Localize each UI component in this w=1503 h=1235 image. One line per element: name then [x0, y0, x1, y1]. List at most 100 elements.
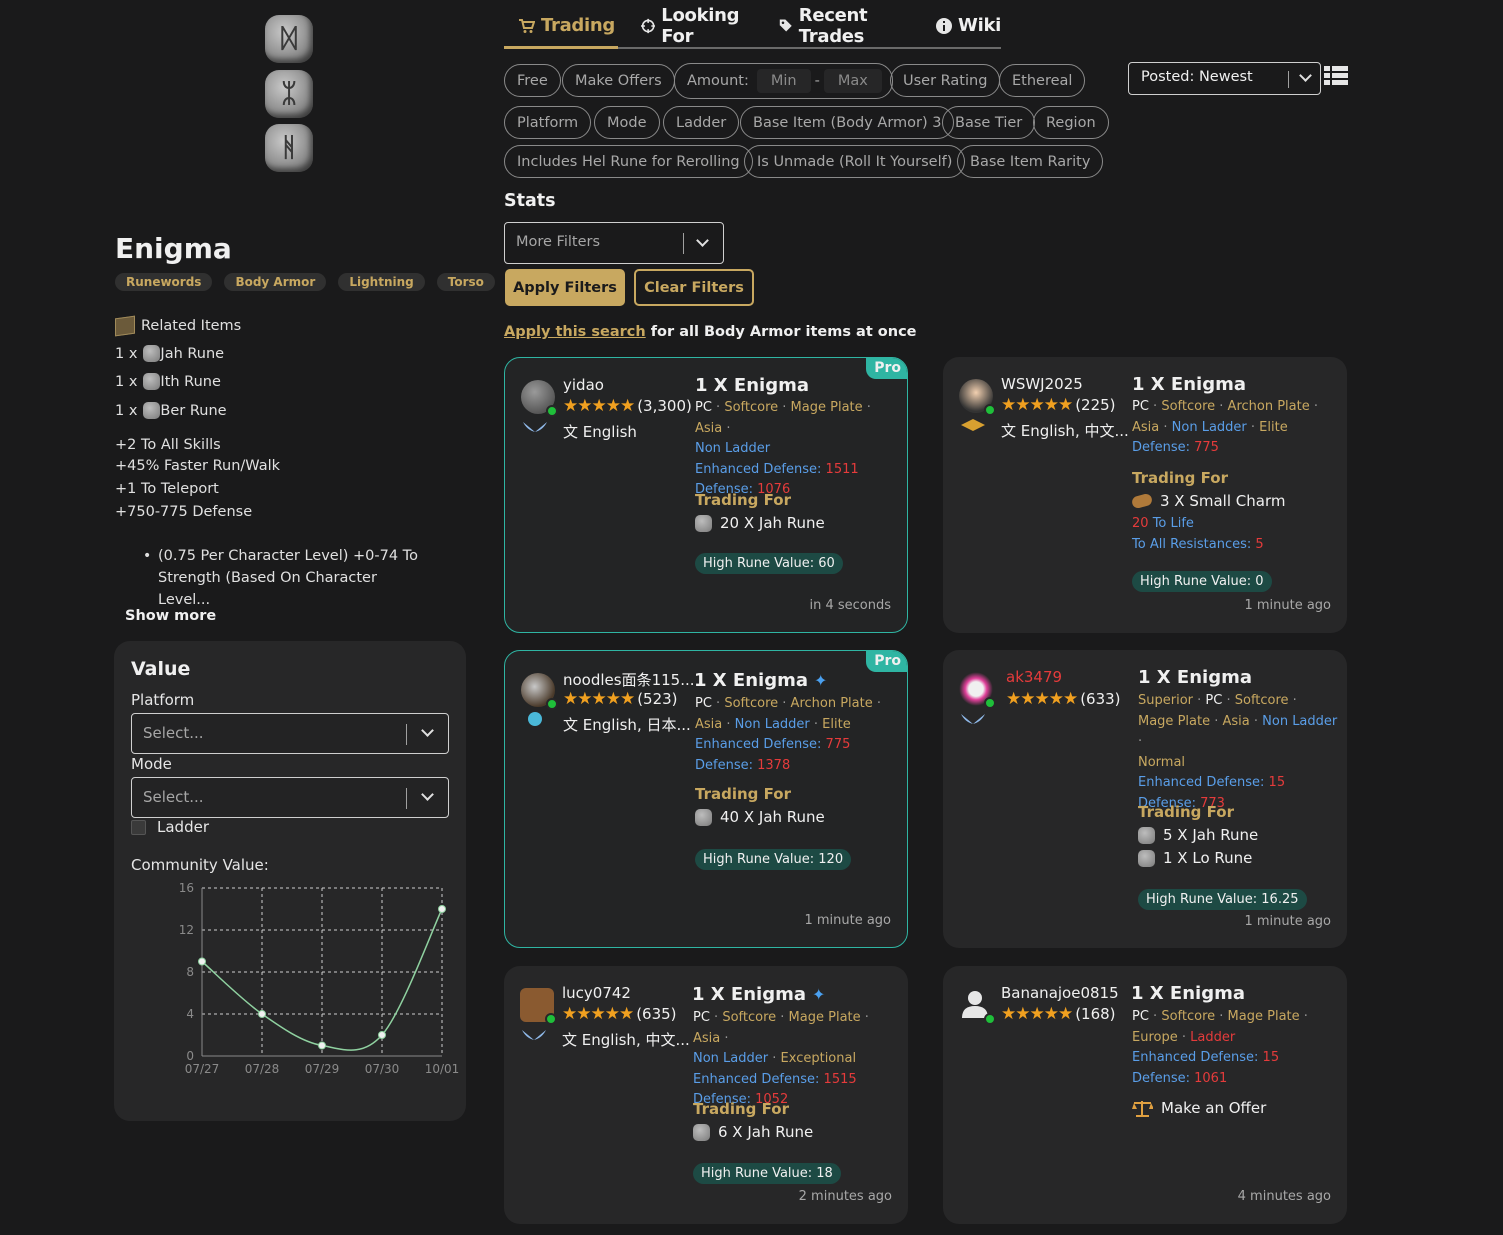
listing-title[interactable]: 1 X Enigma — [1138, 667, 1252, 688]
high-rune-value: High Rune Value: 16.25 — [1138, 889, 1307, 910]
trading-for-label: Trading For — [695, 785, 791, 803]
trading-for-item: 40 X Jah Rune — [695, 808, 825, 826]
filter-includes-hel-rune[interactable]: Includes Hel Rune for Rerolling — [504, 145, 753, 178]
listing-title[interactable]: 1 X Enigma — [695, 375, 809, 396]
seller-username[interactable]: Bananajoe0815 — [1001, 984, 1119, 1002]
tab-trading[interactable]: Trading — [518, 12, 615, 39]
online-indicator — [984, 697, 996, 709]
language-text: English, 中文... — [581, 1031, 690, 1049]
select-separator — [406, 788, 407, 809]
charm-stats: 20 To Life To All Resistances: 5 — [1132, 516, 1264, 552]
listing-title[interactable]: 1 X Enigma — [1131, 983, 1245, 1004]
tab-looking-for[interactable]: Looking For — [640, 5, 753, 47]
filter-base-item-rarity[interactable]: Base Item Rarity — [957, 145, 1104, 178]
community-value-label: Community Value: — [131, 856, 269, 874]
rating-count: (3,300) — [637, 397, 692, 415]
listing-card[interactable]: Pro noodles面条115... ★★★★★ (523) 文 English… — [504, 650, 908, 948]
filter-base-tier[interactable]: Base Tier — [942, 106, 1036, 139]
filter-amount[interactable]: Amount: Min - Max — [674, 63, 893, 99]
chevron-down-icon[interactable] — [421, 724, 434, 737]
list-view-icon[interactable] — [1324, 66, 1348, 85]
rating-count: (635) — [636, 1005, 677, 1023]
mode-placeholder: Select... — [143, 788, 204, 806]
seller-language: 文 English, 中文... — [562, 1029, 690, 1050]
x-tick-label: 07/29 — [305, 1062, 340, 1076]
filter-ethereal[interactable]: Ethereal — [999, 64, 1086, 97]
filter-is-unmade[interactable]: Is Unmade (Roll It Yourself) — [744, 145, 966, 178]
apply-filters-button[interactable]: Apply Filters — [505, 269, 625, 306]
box-icon — [115, 315, 135, 337]
seller-username[interactable]: yidao — [563, 376, 604, 394]
trading-for-item: 3 X Small Charm — [1130, 492, 1285, 510]
seller-language: 文 English, 中文... — [1001, 420, 1129, 441]
related-item-ith[interactable]: 1 x Ith Rune — [115, 373, 221, 390]
tag-lightning[interactable]: Lightning — [338, 273, 425, 291]
pin-icon: ✦ — [814, 671, 828, 690]
platform-select[interactable]: Select... — [131, 713, 449, 754]
filter-region[interactable]: Region — [1033, 106, 1109, 139]
listing-card[interactable]: WSWJ2025 ★★★★★ (225) 文 English, 中文... 1 X… — [943, 357, 1347, 633]
filter-mode[interactable]: Mode — [594, 106, 660, 139]
filter-user-rating[interactable]: User Rating — [890, 64, 1001, 97]
filter-ladder[interactable]: Ladder — [663, 106, 740, 139]
listing-card[interactable]: lucy0742 ★★★★★ (635) 文 English, 中文... 1 X… — [504, 966, 908, 1224]
listing-meta: Superior · PC · Softcore · Mage Plate · … — [1138, 693, 1338, 811]
filter-make-offers[interactable]: Make Offers — [562, 64, 675, 97]
pin-icon: ✦ — [812, 985, 826, 1004]
tab-wiki[interactable]: Wiki — [936, 12, 1001, 39]
tab-recent-trades[interactable]: Recent Trades — [779, 5, 910, 47]
more-filters-placeholder: More Filters — [516, 234, 601, 250]
trading-for-label: Trading For — [1132, 469, 1228, 487]
related-items-label: Related Items — [141, 318, 242, 334]
clear-filters-button[interactable]: Clear Filters — [634, 269, 754, 306]
small-charm-icon — [1130, 492, 1154, 510]
seller-username[interactable]: noodles面条115... — [563, 669, 695, 690]
tag-torso[interactable]: Torso — [436, 273, 495, 291]
more-filters-select[interactable]: More Filters — [504, 222, 724, 264]
mode-select[interactable]: Select... — [131, 777, 449, 818]
apply-search-link[interactable]: Apply this search — [504, 324, 646, 340]
seller-username[interactable]: ak3479 — [1006, 668, 1062, 686]
trading-for-item: 1 X Lo Rune — [1138, 849, 1252, 867]
lo-rune-icon — [1138, 849, 1155, 867]
listing-title[interactable]: 1 X Enigma ✦ — [694, 670, 827, 691]
filter-platform[interactable]: Platform — [504, 106, 592, 139]
star-icons: ★★★★★ — [1001, 1004, 1073, 1024]
chevron-down-icon[interactable] — [421, 788, 434, 801]
item-property: +45% Faster Run/Walk — [115, 458, 281, 474]
seller-username[interactable]: lucy0742 — [562, 984, 631, 1002]
trading-for-item: 20 X Jah Rune — [695, 514, 825, 532]
star-icons: ★★★★★ — [1001, 395, 1073, 415]
seller-language: 文 English — [563, 421, 637, 442]
language-text: English, 日本... — [582, 716, 691, 734]
sort-select[interactable]: Posted: Newest — [1128, 62, 1321, 95]
show-more-button[interactable]: Show more — [125, 608, 216, 624]
filter-base-item[interactable]: Base Item (Body Armor) 3 — [740, 106, 955, 139]
tag-runewords[interactable]: Runewords — [115, 273, 213, 291]
amount-max-input[interactable]: Max — [823, 69, 882, 93]
high-rune-value: High Rune Value: 0 — [1132, 571, 1272, 592]
related-item-jah[interactable]: 1 x Jah Rune — [115, 345, 224, 362]
amount-min-input[interactable]: Min — [756, 69, 811, 93]
related-item-ber[interactable]: 1 x Ber Rune — [115, 402, 227, 419]
platform-placeholder: Select... — [143, 724, 204, 742]
filter-free[interactable]: Free — [504, 64, 561, 97]
listing-card[interactable]: Pro yidao ★★★★★ (3,300) 文 English 1 X Eni… — [504, 357, 908, 633]
ladder-checkbox[interactable] — [131, 820, 146, 835]
tag-body-armor[interactable]: Body Armor — [224, 273, 327, 291]
chevron-down-icon[interactable] — [696, 234, 709, 247]
listing-meta: PC · Softcore · Archon Plate · Asia · No… — [1132, 399, 1318, 455]
listing-title[interactable]: 1 X Enigma — [1132, 374, 1246, 395]
listing-title[interactable]: 1 X Enigma ✦ — [692, 984, 825, 1005]
listing-time: 2 minutes ago — [798, 1189, 892, 1204]
translate-icon: 文 — [563, 423, 583, 441]
item-property: +750-775 Defense — [115, 504, 253, 520]
seller-username[interactable]: WSWJ2025 — [1001, 375, 1083, 393]
chevron-down-icon[interactable] — [1299, 69, 1312, 82]
ith-rune-icon — [143, 373, 161, 390]
pro-badge: Pro — [866, 358, 907, 379]
listing-card[interactable]: ak3479 ★★★★★ (633) 1 X Enigma Superior · … — [943, 650, 1347, 948]
ladder-label: Ladder — [157, 818, 209, 836]
listing-card[interactable]: Bananajoe0815 ★★★★★ (168) 1 X Enigma PC ·… — [943, 966, 1347, 1224]
seller-rating: ★★★★★ (523) — [563, 689, 678, 709]
